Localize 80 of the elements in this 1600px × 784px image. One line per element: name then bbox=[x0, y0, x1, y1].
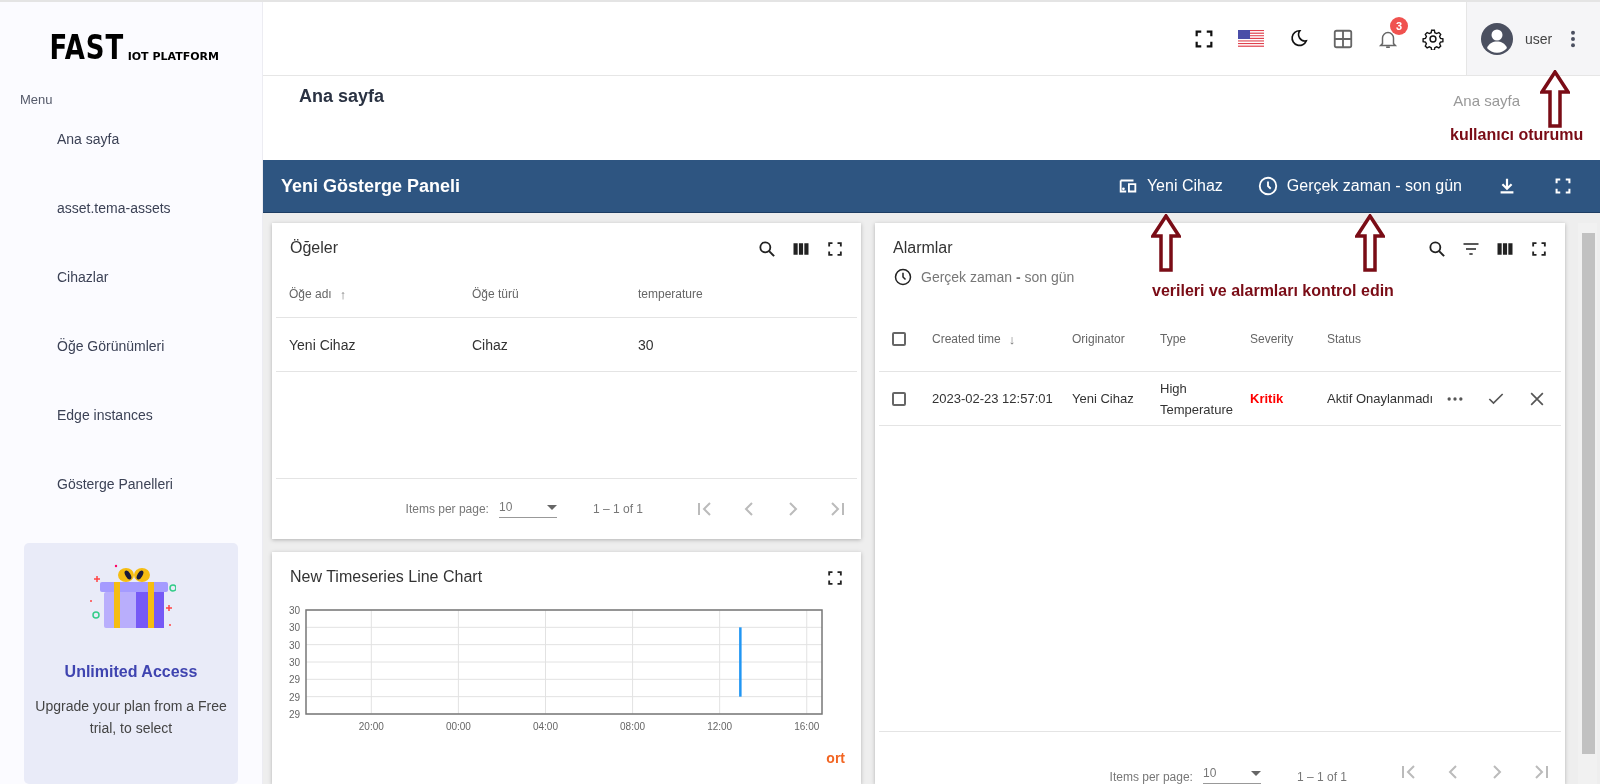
sidebar-item[interactable]: Cihazlar bbox=[0, 267, 262, 336]
y-tick-label: 30 bbox=[288, 622, 300, 634]
annotation-text: verileri ve alarmları kontrol edin bbox=[1152, 282, 1394, 300]
grid-icon[interactable] bbox=[1332, 27, 1354, 50]
page-size-select[interactable]: 10 bbox=[1202, 766, 1261, 784]
column-header[interactable]: Status bbox=[1327, 332, 1362, 346]
device-button[interactable]: Yeni Cihaz bbox=[1116, 175, 1223, 197]
avatar-icon bbox=[1481, 22, 1513, 55]
x-tick-label: 00:00 bbox=[445, 721, 471, 732]
page-range: 1 – 1 of 1 bbox=[592, 502, 643, 516]
page-size-label: Items per page: bbox=[405, 502, 489, 516]
x-tick-label: 12:00 bbox=[707, 721, 733, 732]
search-icon[interactable] bbox=[1427, 239, 1447, 259]
severity-label: Kritik bbox=[1250, 390, 1285, 408]
fullscreen-icon[interactable] bbox=[1529, 239, 1549, 259]
promo-text: Upgrade your plan from a Free trial, to select bbox=[34, 697, 228, 738]
table-cell-text: High Temperature bbox=[1160, 379, 1234, 419]
fullscreen-icon[interactable] bbox=[825, 239, 845, 259]
y-tick-label: 30 bbox=[288, 639, 300, 651]
sidebar-item[interactable]: Ana sayfa bbox=[0, 129, 262, 198]
logo-wordmark: FAST bbox=[49, 30, 125, 64]
clock-icon bbox=[893, 267, 913, 287]
sidebar-item[interactable]: Öğe Görünümleri bbox=[0, 336, 262, 405]
select-all-checkbox[interactable] bbox=[892, 332, 906, 346]
widget-title: New Timeseries Line Chart bbox=[290, 568, 483, 586]
user-menu[interactable]: user bbox=[1466, 2, 1600, 75]
column-header[interactable]: Severity bbox=[1250, 332, 1294, 346]
x-tick-label: 16:00 bbox=[794, 721, 820, 732]
y-tick-label: 29 bbox=[288, 709, 300, 720]
user-name: user bbox=[1525, 30, 1553, 47]
settings-icon[interactable] bbox=[1422, 27, 1444, 50]
search-icon[interactable] bbox=[757, 239, 777, 259]
column-header[interactable]: Öğe adı bbox=[289, 287, 332, 301]
callout-arrow bbox=[1540, 70, 1570, 128]
data-line bbox=[739, 627, 742, 697]
caret-icon bbox=[1250, 770, 1261, 776]
annotation-text: kullanıcı oturumu bbox=[1450, 126, 1584, 144]
page-size-label: Items per page: bbox=[1109, 770, 1193, 784]
page-title: Ana sayfa bbox=[299, 86, 385, 107]
table-cell-text: 30 bbox=[638, 336, 655, 353]
y-tick-label: 29 bbox=[288, 674, 300, 686]
column-header[interactable]: temperature bbox=[638, 287, 703, 301]
timewindow-label[interactable]: Gerçek zaman - son gün bbox=[921, 269, 1075, 285]
column-header[interactable]: Type bbox=[1160, 332, 1186, 346]
dashboard-title: Yeni Gösterge Paneli bbox=[281, 175, 461, 197]
notification-badge: 3 bbox=[1390, 16, 1408, 35]
clock-icon bbox=[1256, 175, 1279, 197]
more-icon[interactable] bbox=[1570, 29, 1577, 48]
sort-arrow[interactable]: ↑ bbox=[339, 287, 347, 302]
table-cell-text: Yeni Cihaz bbox=[1072, 390, 1135, 408]
row-checkbox[interactable] bbox=[892, 391, 906, 406]
sidebar-item[interactable]: asset.tema-assets bbox=[0, 198, 262, 267]
flag-icon[interactable] bbox=[1238, 29, 1264, 48]
logo-tagline: IOT PLATFORM bbox=[127, 50, 219, 63]
menu-heading: Menu bbox=[20, 92, 54, 107]
page-range: 1 – 1 of 1 bbox=[1296, 770, 1347, 784]
sidebar-item[interactable]: Edge instances bbox=[0, 405, 262, 474]
timewindow-button[interactable]: Gerçek zaman - son gün bbox=[1256, 175, 1462, 197]
promo-title: Unlimited Access bbox=[64, 663, 198, 681]
fullscreen-icon[interactable] bbox=[825, 568, 845, 588]
x-tick-label: 08:00 bbox=[620, 721, 646, 732]
x-tick-label: 20:00 bbox=[358, 721, 384, 732]
table-cell-text: Cihaz bbox=[472, 336, 509, 353]
y-tick-label: 29 bbox=[288, 691, 300, 703]
x-tick-label: 04:00 bbox=[533, 721, 558, 732]
legend-label: ort bbox=[825, 750, 846, 766]
column-header[interactable]: Originator bbox=[1072, 332, 1125, 346]
y-tick-label: 30 bbox=[288, 657, 300, 668]
sidebar-item[interactable]: Gösterge Panelleri bbox=[0, 474, 262, 543]
sort-arrow[interactable]: ↓ bbox=[1008, 331, 1016, 347]
y-tick-label: 30 bbox=[288, 605, 300, 616]
table-cell-text: 2023-02-23 12:57:01 bbox=[932, 390, 1054, 408]
widget-title: Alarmlar bbox=[893, 239, 954, 257]
table-cell-text: Yeni Cihaz bbox=[289, 336, 357, 353]
widget-title: Öğeler bbox=[290, 239, 339, 257]
page-size-select[interactable]: 10 bbox=[498, 500, 557, 518]
table-cell-text: Aktif Onaylanmadı bbox=[1327, 390, 1435, 408]
column-header[interactable]: Öğe türü bbox=[472, 287, 519, 301]
column-header[interactable]: Created time bbox=[932, 332, 1001, 346]
caret-icon bbox=[546, 504, 557, 510]
